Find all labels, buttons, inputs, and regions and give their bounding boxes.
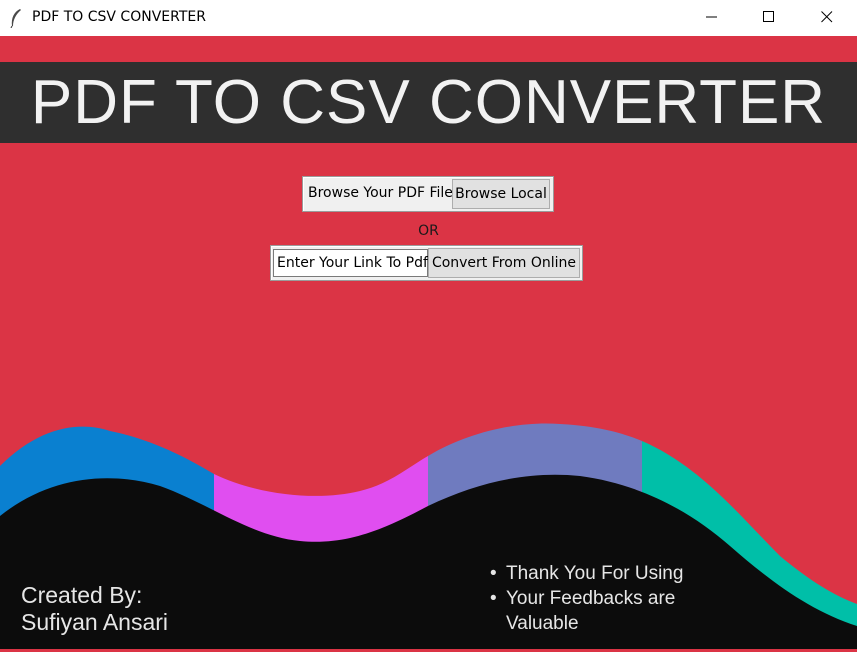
minimize-icon: [706, 16, 717, 18]
bullet-icon: •: [490, 588, 497, 609]
thanks-list: • Thank You For Using • Your Feedbacks are…: [488, 561, 683, 636]
thanks-block: • Thank You For Using • Your Feedbacks are…: [488, 561, 683, 636]
minimize-button[interactable]: [683, 0, 741, 34]
window-titlebar: PDF TO CSV CONVERTER: [0, 0, 857, 36]
maximize-button[interactable]: [740, 0, 798, 34]
bullet-icon: •: [490, 563, 497, 584]
list-item: • Your Feedbacks are: [490, 588, 676, 609]
close-icon: [821, 11, 833, 23]
main-canvas: PDF TO CSV CONVERTER Browse Your PDF Fil…: [0, 36, 857, 649]
credit-author: Sufiyan Ansari: [21, 609, 169, 635]
window-title: PDF TO CSV CONVERTER: [32, 9, 206, 25]
list-item: • Thank You For Using: [490, 563, 684, 584]
decorative-wave-graphic: [0, 423, 857, 649]
credit-label: Created By:: [21, 582, 143, 608]
maximize-icon: [763, 11, 774, 22]
close-button[interactable]: [798, 0, 856, 34]
list-item: Valuable: [506, 613, 579, 634]
feather-icon: [10, 9, 21, 28]
credit-block: Created By: Sufiyan Ansari: [21, 582, 168, 636]
